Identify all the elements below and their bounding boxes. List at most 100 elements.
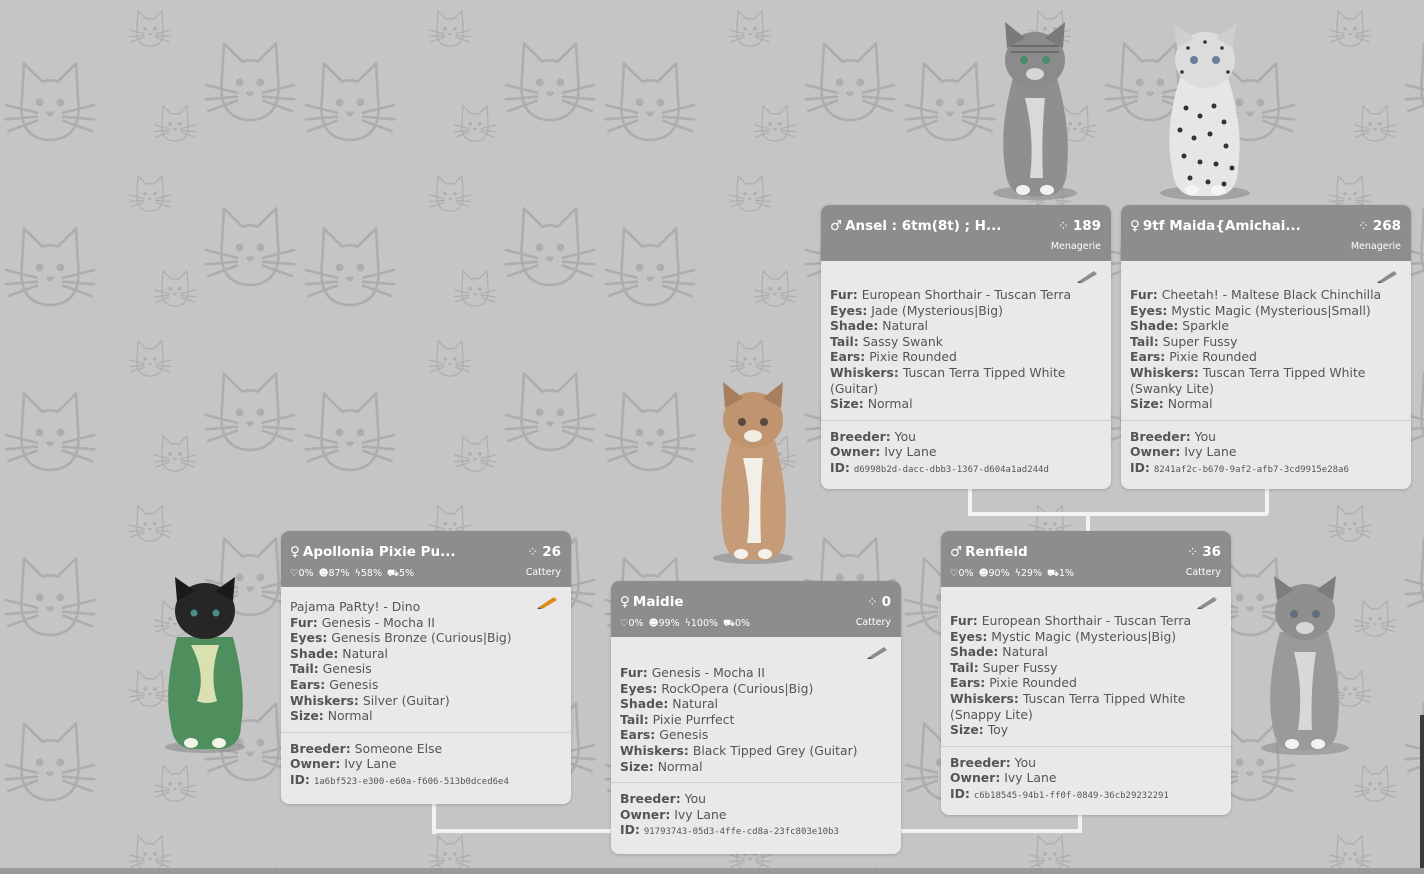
trait-label: Size: xyxy=(830,396,864,412)
trait-value: RockOpera (Curious|Big) xyxy=(661,680,814,696)
score-value: 0 xyxy=(881,594,891,610)
trait-value: Silver (Guitar) xyxy=(362,692,450,708)
id-label: ID: xyxy=(620,822,640,838)
energy-stat: ϟ29% xyxy=(1014,568,1043,579)
connector-parents-bar xyxy=(968,512,1268,516)
id-label: ID: xyxy=(830,459,850,475)
trait-row: Fur: Genesis - Mocha II xyxy=(290,615,562,631)
trait-row: Fur: Genesis - Mocha II xyxy=(620,665,892,681)
trait-row: Tail: Super Fussy xyxy=(1130,334,1402,350)
pencil-icon[interactable] xyxy=(1077,269,1099,283)
hygiene-stat: ⛟1% xyxy=(1047,568,1075,579)
connector-ansel-drop xyxy=(968,488,972,514)
female-icon: ♀ xyxy=(290,544,300,560)
breeder-value: Someone Else xyxy=(354,740,443,756)
energy-stat: ϟ100% xyxy=(684,618,719,629)
care-stats: ♡0% ☻87% ϟ58% ⛟5% xyxy=(290,568,419,580)
love-stat: ♡0% xyxy=(620,618,644,629)
trait-value: Normal xyxy=(867,396,913,412)
trait-row: Eyes: Mystic Magic (Mysterious|Small) xyxy=(1130,303,1402,319)
cat-card-renfield[interactable]: ♂ Renfield ♡0% ☻90% ϟ29% ⛟1% ⁘ 36 Cattery Fur… xyxy=(941,531,1231,815)
trait-label: Eyes: xyxy=(290,630,328,646)
trait-label: Fur: xyxy=(620,665,648,680)
trait-label: Size: xyxy=(290,708,324,724)
pencil-icon[interactable] xyxy=(1377,269,1399,283)
trait-list: Fur: Cheetah! - Maltese Black Chinchilla… xyxy=(1130,287,1402,412)
trait-value: Normal xyxy=(657,758,703,774)
trait-value: Genesis - Mocha II xyxy=(321,614,435,630)
trait-label: Ears: xyxy=(1130,349,1166,365)
trait-row: Eyes: Genesis Bronze (Curious|Big) xyxy=(290,630,562,646)
trait-label: Whiskers: xyxy=(830,364,899,380)
card-traits: Fur: Cheetah! - Maltese Black Chinchilla… xyxy=(1121,261,1411,420)
card-header: ♀ Apollonia Pixie Pu... ♡0% ☻87% ϟ58% ⛟5% ⁘ 2… xyxy=(281,531,571,587)
trait-row: Size: Normal xyxy=(620,759,892,775)
trait-value: European Shorthair - Tuscan Terra xyxy=(861,287,1072,302)
cat-name[interactable]: ♀ 9tf Maida{Amichai... xyxy=(1130,218,1301,234)
cat-name[interactable]: ♂ Ansel : 6tm(8t) ; H... xyxy=(830,218,1001,234)
trait-value: Sassy Swank xyxy=(862,333,943,349)
care-stats: ♡0% ☻99% ϟ100% ⛟0% xyxy=(620,618,755,630)
card-header: ♂ Renfield ♡0% ☻90% ϟ29% ⛟1% ⁘ 36 Cattery xyxy=(941,531,1231,587)
score-value: 36 xyxy=(1202,544,1221,560)
cat-name[interactable]: ♀ Apollonia Pixie Pu... xyxy=(290,544,455,560)
cat-name-text: Renfield xyxy=(965,544,1028,560)
trait-label: Whiskers: xyxy=(1130,364,1199,380)
id-value: c6b18545-94b1-ff0f-0849-36cb29232291 xyxy=(973,790,1169,801)
owner-value: Ivy Lane xyxy=(884,444,937,460)
location-label: Menagerie xyxy=(1050,241,1101,252)
male-icon: ♂ xyxy=(830,218,843,234)
location-label: Cattery xyxy=(1185,567,1221,578)
cat-image-renfield[interactable] xyxy=(1250,570,1360,758)
pencil-icon[interactable] xyxy=(867,645,889,659)
trait-value: Jade (Mysterious|Big) xyxy=(871,302,1003,318)
trait-row: Tail: Genesis xyxy=(290,661,562,677)
breeder-label: Breeder: xyxy=(1130,428,1191,444)
trait-row: Whiskers: Black Tipped Grey (Guitar) xyxy=(620,743,892,759)
trait-row: Eyes: Mystic Magic (Mysterious|Big) xyxy=(950,629,1222,645)
cat-name-text: 9tf Maida{Amichai... xyxy=(1142,218,1301,234)
cat-image-maida[interactable] xyxy=(1150,18,1260,203)
cat-name[interactable]: ♂ Renfield xyxy=(950,544,1028,560)
pencil-icon[interactable] xyxy=(1197,595,1219,609)
trait-row: Tail: Pixie Purrfect xyxy=(620,712,892,728)
cat-image-apollonia[interactable] xyxy=(155,575,255,757)
trait-list: Fur: European Shorthair - Tuscan Terra Ey… xyxy=(950,613,1222,738)
cat-image-ansel[interactable] xyxy=(985,18,1085,203)
trait-value: European Shorthair - Tuscan Terra xyxy=(981,613,1192,628)
trait-value: Sparkle xyxy=(1182,318,1229,334)
owner-value: Ivy Lane xyxy=(344,756,397,772)
trait-value: Genesis xyxy=(659,727,709,743)
trait-list: Fur: Genesis - Mocha II Eyes: RockOpera (… xyxy=(620,665,892,774)
trait-label: Shade: xyxy=(620,696,669,712)
trait-row: Whiskers: Tuscan Terra Tipped White (Sna… xyxy=(950,691,1222,722)
cat-card-ansel[interactable]: ♂ Ansel : 6tm(8t) ; H... ⁘ 189 Menagerie F… xyxy=(821,205,1111,489)
trait-label: Size: xyxy=(950,722,984,738)
score-value: 268 xyxy=(1372,218,1401,234)
cat-card-maidie[interactable]: ♀ Maidie ♡0% ☻99% ϟ100% ⛟0% ⁘ 0 Cattery Fur: … xyxy=(611,581,901,854)
pencil-icon[interactable] xyxy=(537,595,559,609)
trait-label: Ears: xyxy=(950,675,986,691)
trait-value: Mystic Magic (Mysterious|Small) xyxy=(1171,302,1371,318)
cat-image-maidie[interactable] xyxy=(703,378,803,566)
trait-value: Super Fussy xyxy=(982,659,1058,675)
male-icon: ♂ xyxy=(950,544,963,560)
scrollbar-edge[interactable] xyxy=(1420,715,1424,868)
trait-value: Natural xyxy=(342,645,388,661)
owner-label: Owner: xyxy=(620,806,671,822)
trait-row: Whiskers: Tuscan Terra Tipped White (Swa… xyxy=(1130,365,1402,396)
location-label: Cattery xyxy=(855,617,891,628)
trait-value: Black Tipped Grey (Guitar) xyxy=(692,742,858,758)
care-stats: ♡0% ☻90% ϟ29% ⛟1% xyxy=(950,568,1079,580)
trait-label: Fur: xyxy=(290,614,318,630)
cat-card-maida[interactable]: ♀ 9tf Maida{Amichai... ⁘ 268 Menagerie Fur… xyxy=(1121,205,1411,489)
score: ⁘ 0 xyxy=(867,594,891,610)
cat-name[interactable]: ♀ Maidie xyxy=(620,594,684,610)
id-label: ID: xyxy=(1130,459,1150,475)
trait-label: Whiskers: xyxy=(950,690,1019,706)
breeder-value: You xyxy=(1014,754,1037,770)
trait-label: Fur: xyxy=(950,613,978,628)
owner-value: Ivy Lane xyxy=(1184,444,1237,460)
card-traits: Fur: European Shorthair - Tuscan Terra Ey… xyxy=(821,261,1111,420)
cat-card-apollonia[interactable]: ♀ Apollonia Pixie Pu... ♡0% ☻87% ϟ58% ⛟5% ⁘ 2… xyxy=(281,531,571,804)
